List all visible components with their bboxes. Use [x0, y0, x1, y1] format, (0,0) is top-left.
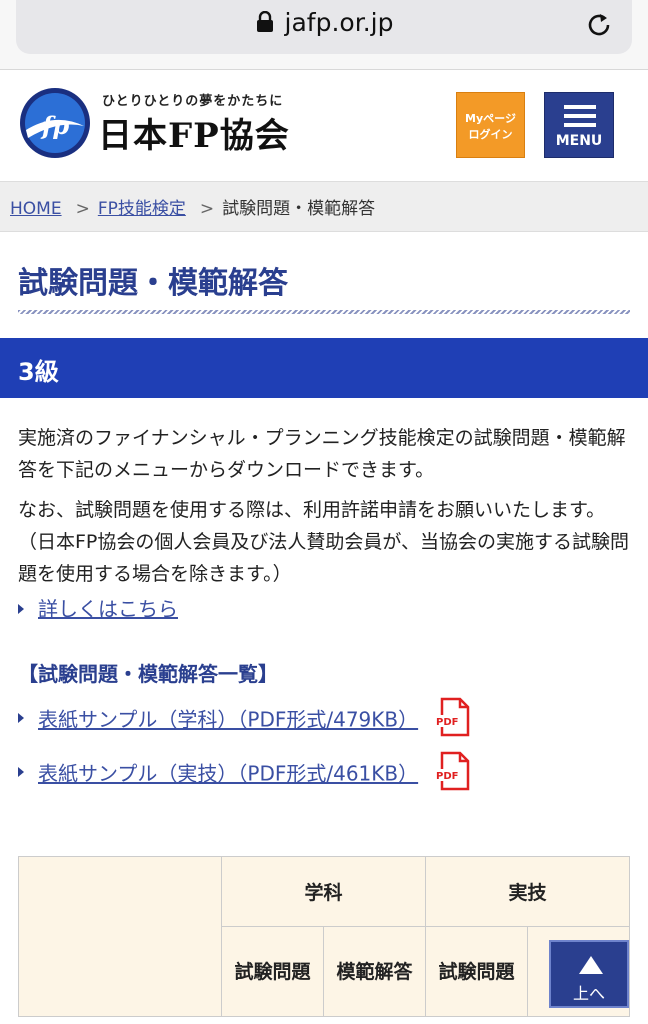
menu-button[interactable]: MENU: [544, 92, 614, 158]
breadcrumb-separator: >: [75, 199, 90, 219]
mypage-label: Myページ: [465, 112, 516, 125]
table-header-gakka: 学科: [221, 856, 426, 927]
bullet-arrow-icon: [18, 604, 24, 614]
intro-paragraph: 実施済のファイナンシャル・プランニング技能検定の試験問題・模範解答を下記のメニュ…: [18, 427, 626, 481]
breadcrumb-current: 試験問題・模範解答: [222, 199, 376, 219]
hamburger-icon: [564, 105, 596, 127]
main-content: 実施済のファイナンシャル・プランニング技能検定の試験問題・模範解答を下記のメニュ…: [0, 398, 648, 795]
section-heading: 3級: [0, 338, 648, 398]
table-corner-cell: [18, 856, 222, 1017]
pdf-link-row: 表紙サンプル（学科）（PDF形式/479KB） PDF: [18, 697, 630, 741]
table-subheader-cell: 試験問題: [221, 926, 324, 1017]
pdf-icon[interactable]: PDF: [434, 751, 470, 791]
details-link-row: 詳しくはこちら: [18, 594, 630, 624]
up-arrow-icon: [579, 956, 603, 974]
table-header-row: 学科 実技: [18, 856, 630, 1017]
mypage-login-button[interactable]: Myページ ログイン: [456, 92, 525, 158]
url-text: jafp.or.jp: [284, 8, 394, 37]
browser-toolbar: jafp.or.jp: [0, 0, 648, 70]
table-subheader-cell: 模範解答: [323, 926, 426, 1017]
svg-text:PDF: PDF: [436, 717, 458, 728]
lock-icon: [256, 11, 273, 32]
address-bar[interactable]: jafp.or.jp: [16, 0, 632, 54]
breadcrumb-fp-exam-link[interactable]: FP技能検定: [98, 199, 186, 219]
exam-table: 学科 実技 試験問題 模範解答 試験問題 模: [18, 856, 630, 1017]
title-divider: [18, 310, 630, 314]
jafp-logo-icon[interactable]: fp: [18, 86, 92, 160]
table-header-jitsugi: 実技: [425, 856, 630, 927]
pdf-link-row: 表紙サンプル（実技）（PDF形式/461KB） PDF: [18, 751, 630, 795]
back-to-top-button[interactable]: 上へ: [549, 940, 629, 1008]
logo-tagline: ひとりひとりの夢をかたちに: [102, 94, 284, 109]
login-label: ログイン: [468, 128, 513, 141]
permission-paragraph: なお、試験問題を使用する際は、利用許諾申請をお願いいたします。 （日本FP協会の個…: [18, 494, 630, 590]
svg-text:PDF: PDF: [436, 771, 458, 782]
breadcrumb-home-link[interactable]: HOME: [10, 199, 62, 219]
permission-text: なお、試験問題を使用する際は、利用許諾申請をお願いいたします。: [18, 499, 606, 521]
page-title: 試験問題・模範解答: [18, 266, 288, 301]
back-to-top-label: 上へ: [572, 984, 605, 1003]
site-header: fp ひとりひとりの夢をかたちに 日本FP協会 Myページ ログイン MENU: [0, 70, 648, 182]
cover-sample-jitsugi-link[interactable]: 表紙サンプル（実技）（PDF形式/461KB）: [38, 762, 418, 786]
details-link[interactable]: 詳しくはこちら: [38, 597, 178, 621]
reload-icon[interactable]: [584, 10, 614, 40]
page-title-block: 試験問題・模範解答: [0, 232, 648, 322]
permission-note: （日本FP協会の個人会員及び法人賛助会員が、当協会の実施する試験問題を使用する場…: [18, 531, 630, 585]
svg-text:fp: fp: [40, 111, 69, 140]
menu-label: MENU: [555, 133, 603, 149]
breadcrumb: HOME > FP技能検定 > 試験問題・模範解答: [0, 182, 648, 232]
bullet-arrow-icon: [18, 713, 24, 723]
breadcrumb-separator: >: [199, 199, 215, 219]
site-name[interactable]: 日本FP協会: [98, 108, 290, 157]
pdf-icon[interactable]: PDF: [434, 697, 470, 737]
cover-sample-gakka-link[interactable]: 表紙サンプル（学科）（PDF形式/479KB）: [38, 708, 418, 732]
list-heading: 【試験問題・模範解答一覧】: [18, 662, 278, 686]
bullet-arrow-icon: [18, 767, 24, 777]
table-subheader-cell: 試験問題: [425, 926, 528, 1017]
